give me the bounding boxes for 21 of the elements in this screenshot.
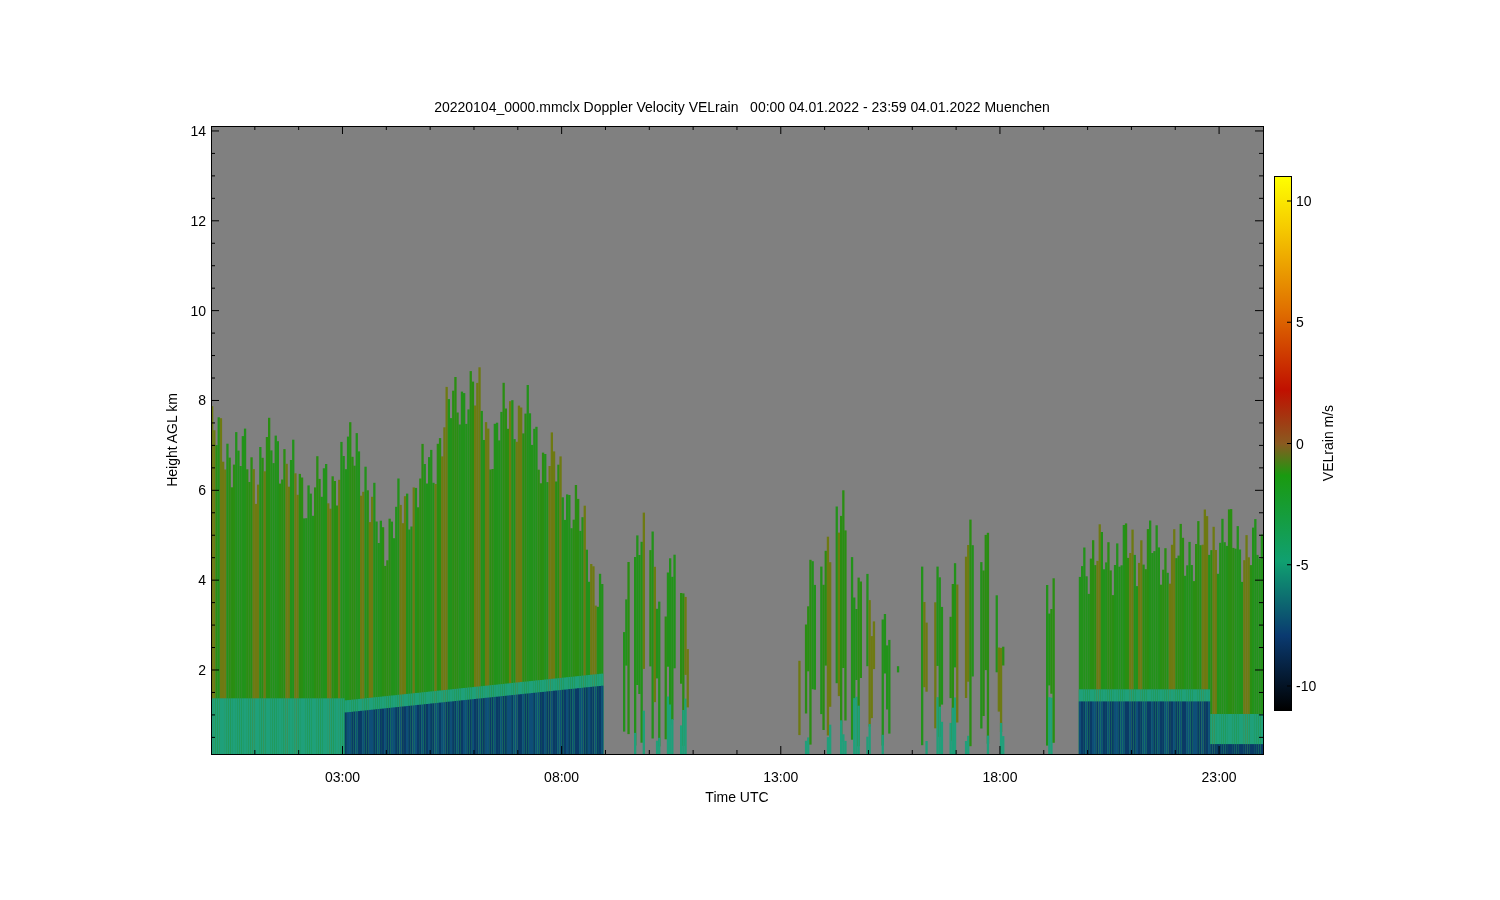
y-tick-label: 6: [198, 482, 206, 499]
colorbar-tick-label: 10: [1296, 193, 1312, 209]
colorbar-tick-label: -10: [1296, 678, 1317, 694]
x-tick-label: 13:00: [763, 769, 799, 785]
x-axis-label: Time UTC: [705, 789, 769, 805]
y-tick-label: 12: [190, 212, 206, 229]
y-tick-label: 10: [190, 302, 206, 319]
y-tick-label: 14: [190, 122, 206, 139]
chart-title: 20220104_0000.mmclx Doppler Velocity VELrain 00:00 04.01.2022 - 23:59 04.01.2022 Muenchen: [434, 99, 1050, 115]
x-tick-label: 18:00: [982, 769, 1018, 785]
colorbar-tick-label: -5: [1296, 556, 1309, 573]
colorbar-tick-label: 5: [1296, 314, 1304, 331]
y-tick-label: 2: [198, 662, 206, 678]
y-axis-label: Height AGL km: [164, 393, 180, 487]
x-tick-label: 03:00: [324, 769, 360, 785]
colorbar-label: VELrain m/s: [1320, 404, 1336, 482]
x-tick-label: 08:00: [544, 769, 580, 785]
y-tick-label: 4: [198, 572, 206, 589]
x-tick-label: 23:00: [1201, 769, 1237, 785]
colorbar-tick-label: 0: [1296, 435, 1304, 452]
y-tick-label: 8: [198, 392, 206, 409]
